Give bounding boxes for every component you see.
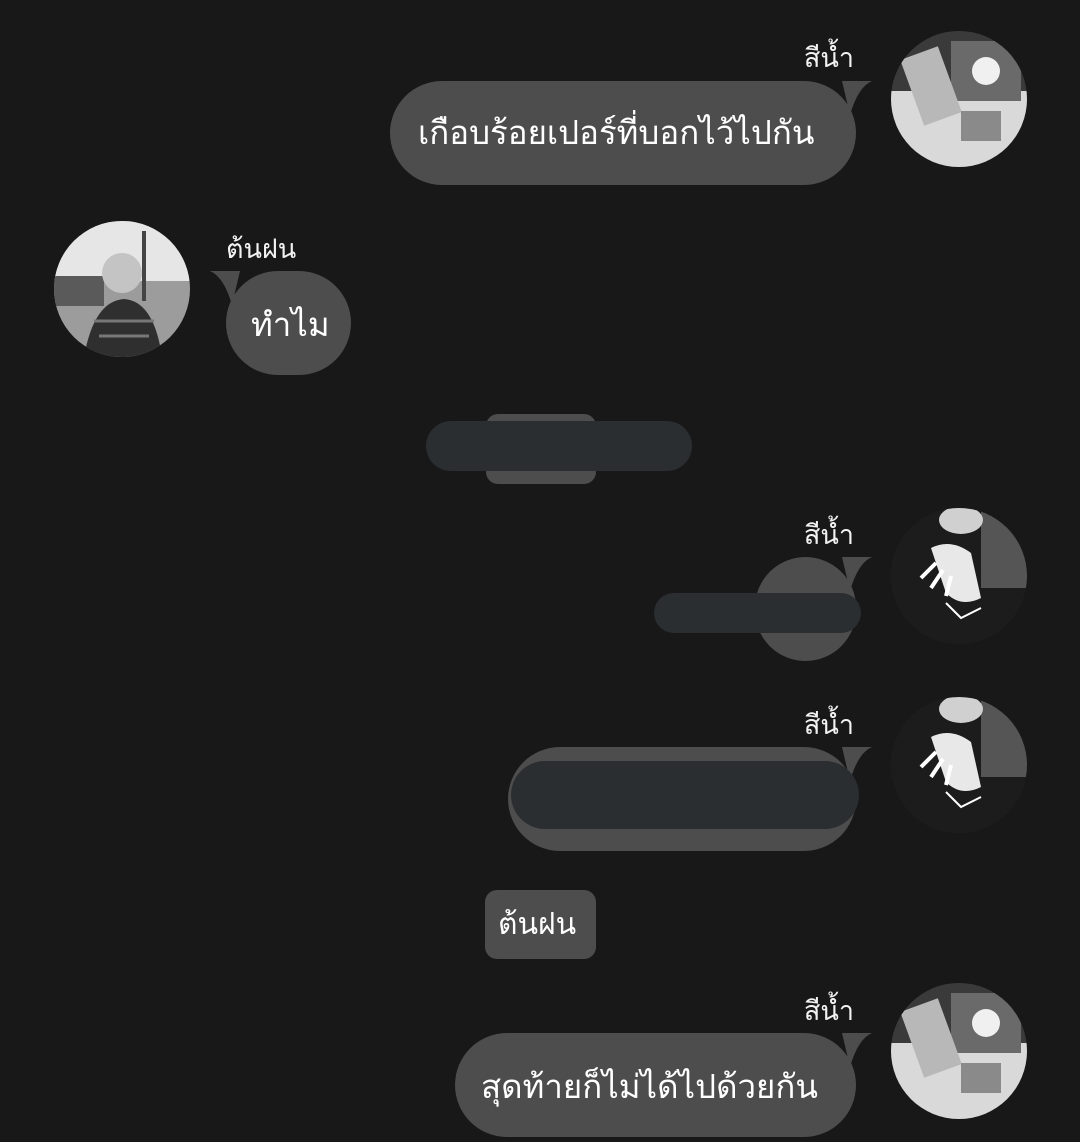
message-bubble[interactable]: เกือบร้อยเปอร์ที่บอกไว้ไปกัน <box>390 81 872 185</box>
message-text: ทำไม <box>251 305 330 344</box>
redaction-bar <box>654 593 861 633</box>
bubble-tail-icon <box>210 271 240 305</box>
message-bubble[interactable]: สุดท้ายก็ไม่ได้ไปด้วยกัน <box>455 1033 872 1137</box>
message-bubble[interactable]: ทำไม <box>210 271 351 375</box>
bubble-tail-icon <box>842 81 872 115</box>
system-label-text: ต้นฝน <box>498 907 577 942</box>
bubble-tail-icon <box>842 557 872 591</box>
chat-view: สีน้ำ เกือบร้อยเปอร์ที่บอกไว้ไปกัน ต้นฝน… <box>0 0 1080 1142</box>
sender-name: สีน้ำ <box>803 996 854 1027</box>
avatar-sinam-3[interactable] <box>891 697 1027 833</box>
avatar-tonfon[interactable] <box>54 221 190 357</box>
avatar-photo-icon <box>891 31 1027 167</box>
sender-name: ต้นฝน <box>226 234 297 265</box>
avatar-photo-icon <box>54 221 190 357</box>
avatar-photo-icon <box>891 983 1027 1119</box>
message-text: เกือบร้อยเปอร์ที่บอกไว้ไปกัน <box>418 113 815 152</box>
avatar-sinam-2[interactable] <box>891 508 1027 644</box>
sender-name: สีน้ำ <box>803 520 854 551</box>
avatar-photo-icon <box>891 697 1027 833</box>
sender-name: สีน้ำ <box>803 43 854 74</box>
redaction-bar <box>426 421 692 471</box>
system-label: ต้นฝน <box>485 890 596 959</box>
avatar-photo-icon <box>891 508 1027 644</box>
message-text: สุดท้ายก็ไม่ได้ไปด้วยกัน <box>481 1067 818 1106</box>
avatar-sinam-4[interactable] <box>891 983 1027 1119</box>
avatar-sinam-1[interactable] <box>891 31 1027 167</box>
redaction-bar <box>511 761 859 829</box>
bubble-tail-icon <box>842 1033 872 1067</box>
sender-name: สีน้ำ <box>803 710 854 741</box>
